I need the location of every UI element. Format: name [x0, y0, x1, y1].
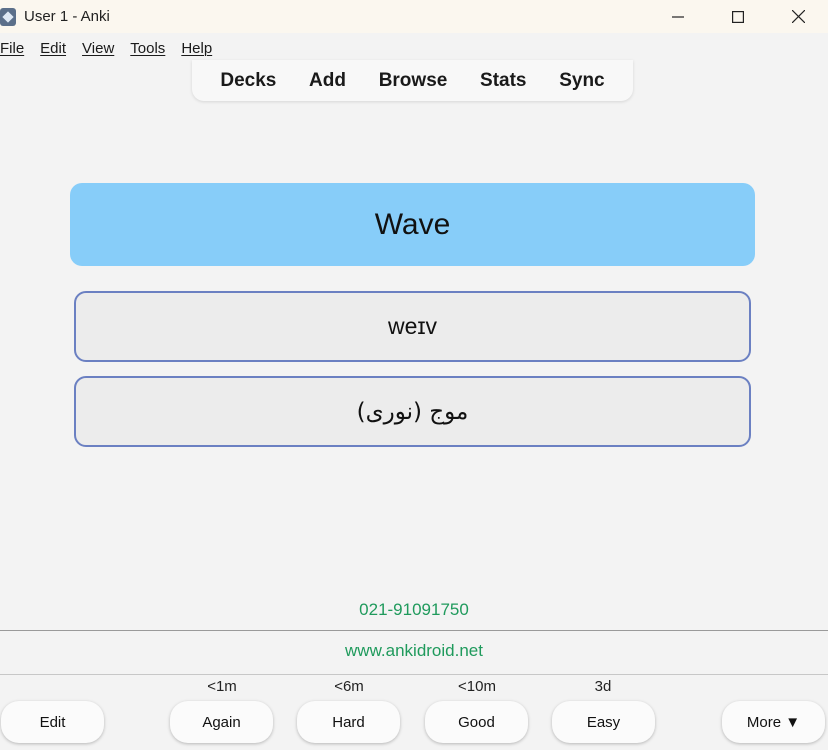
hard-button[interactable]: Hard: [297, 701, 400, 743]
divider: [0, 630, 828, 631]
anki-star-icon: [0, 7, 16, 26]
toolbar-decks[interactable]: Decks: [220, 70, 276, 92]
good-button[interactable]: Good: [425, 701, 528, 743]
window-controls: [648, 0, 828, 33]
window-title: User 1 - Anki: [24, 8, 110, 25]
minimize-button[interactable]: [648, 0, 708, 33]
again-interval: <1m: [207, 678, 237, 695]
toolbar-add[interactable]: Add: [309, 70, 346, 92]
menu-help[interactable]: Help: [181, 40, 212, 57]
toolbar-sync[interactable]: Sync: [559, 70, 604, 92]
menu-bar: File Edit View Tools Help: [0, 35, 228, 61]
easy-button[interactable]: Easy: [552, 701, 655, 743]
toolbar-browse[interactable]: Browse: [379, 70, 448, 92]
menu-edit[interactable]: Edit: [40, 40, 66, 57]
title-bar: User 1 - Anki: [0, 0, 828, 33]
close-icon: [791, 10, 805, 23]
easy-interval: 3d: [594, 678, 612, 695]
more-button[interactable]: More ▼: [722, 701, 825, 743]
menu-tools[interactable]: Tools: [130, 40, 165, 57]
minimize-icon: [672, 15, 684, 18]
divider: [0, 674, 828, 675]
maximize-icon: [732, 10, 744, 23]
toolbar-stats[interactable]: Stats: [480, 70, 526, 92]
maximize-button[interactable]: [708, 0, 768, 33]
menu-view[interactable]: View: [82, 40, 114, 57]
menu-file[interactable]: File: [0, 40, 24, 57]
again-button[interactable]: Again: [170, 701, 273, 743]
edit-button[interactable]: Edit: [1, 701, 104, 743]
card-translation: موج (نوری): [74, 376, 751, 447]
good-interval: <10m: [458, 678, 496, 695]
main-toolbar: Decks Add Browse Stats Sync: [192, 60, 633, 101]
website-link[interactable]: www.ankidroid.net: [0, 641, 828, 661]
card-front: Wave: [70, 183, 755, 266]
hard-interval: <6m: [334, 678, 364, 695]
card-pronunciation: weɪv: [74, 291, 751, 362]
phone-number: 021-91091750: [359, 600, 469, 619]
close-button[interactable]: [768, 0, 828, 33]
